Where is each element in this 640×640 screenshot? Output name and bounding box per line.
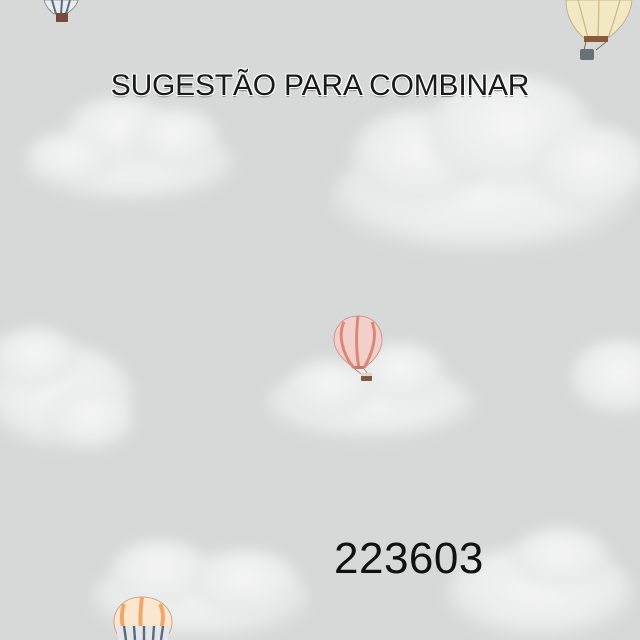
product-code: 223603: [334, 534, 484, 583]
wallpaper-sample: SUGESTÃO PARA COMBINAR 223603: [0, 0, 640, 640]
page-title: SUGESTÃO PARA COMBINAR: [110, 69, 530, 102]
